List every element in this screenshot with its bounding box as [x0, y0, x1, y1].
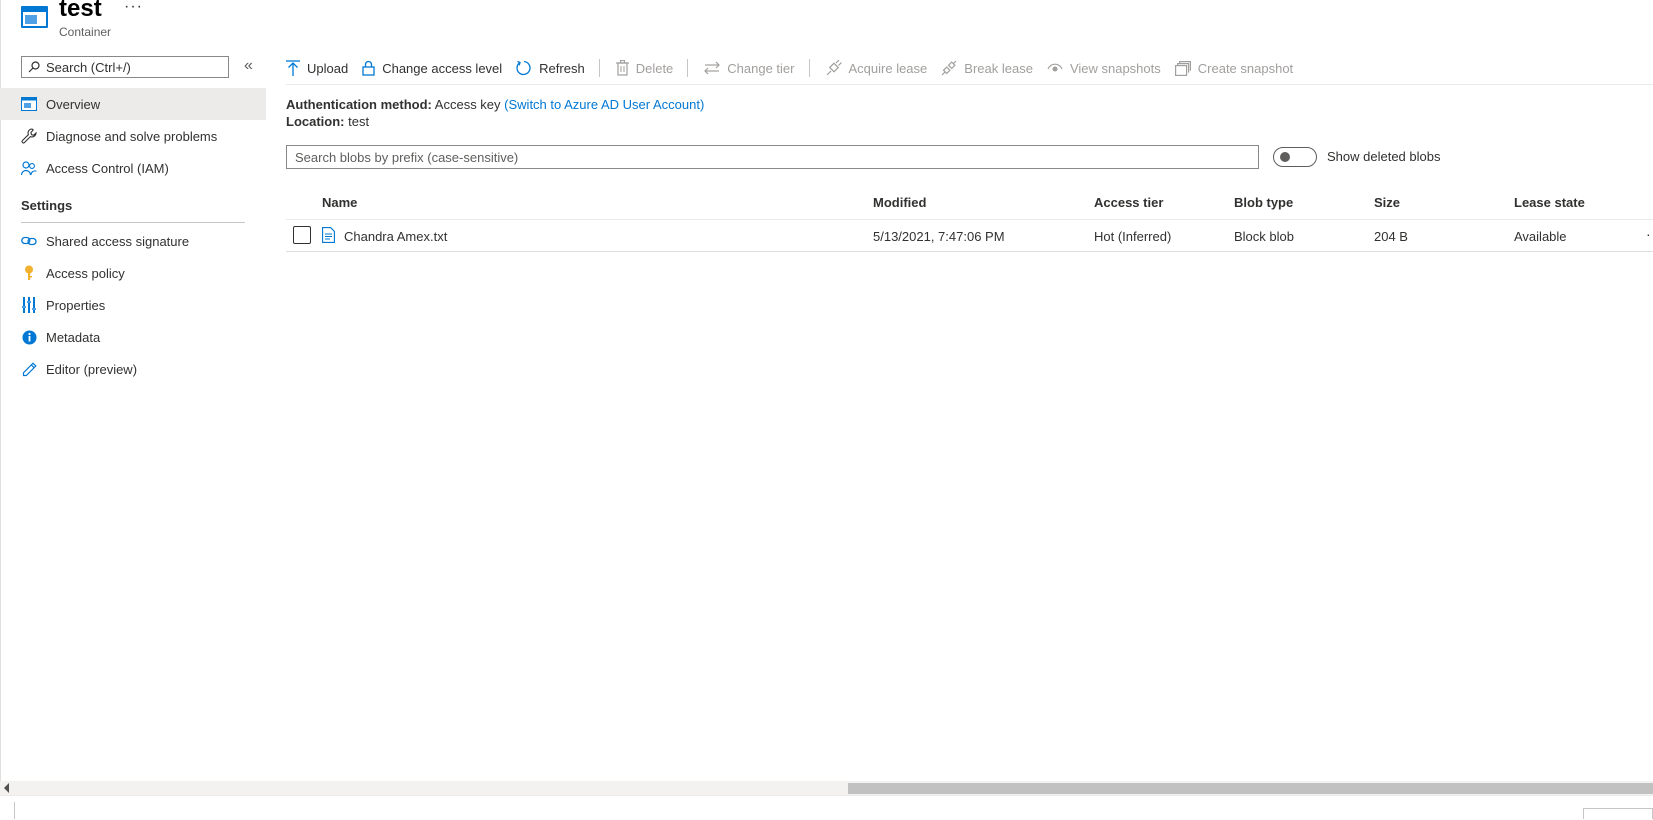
delete-label: Delete	[635, 60, 674, 76]
upload-label: Upload	[307, 60, 349, 76]
change-access-level-label: Change access level	[382, 60, 503, 76]
column-header-lease-state[interactable]: Lease state	[1514, 195, 1585, 210]
trash-icon	[615, 60, 629, 76]
column-header-modified[interactable]: Modified	[873, 195, 926, 210]
bottom-panel-edge	[1583, 808, 1653, 819]
create-snapshot-button[interactable]: Create snapshot	[1174, 56, 1294, 80]
settings-section-header: Settings	[21, 198, 73, 213]
snapshot-icon	[1174, 60, 1191, 76]
nav-item-label: Editor (preview)	[46, 361, 138, 377]
switch-auth-link[interactable]: (Switch to Azure AD User Account)	[504, 97, 704, 112]
nav-item-metadata[interactable]: Metadata	[0, 321, 266, 353]
change-tier-label: Change tier	[727, 60, 795, 76]
blob-modified: 5/13/2021, 7:47:06 PM	[873, 229, 1005, 244]
upload-button[interactable]: Upload	[286, 56, 348, 80]
more-options-button[interactable]: ···	[124, 0, 143, 16]
nav-item-label: Metadata	[46, 329, 101, 345]
command-bar: Upload Change access level Refresh Delet…	[286, 56, 1307, 80]
unplug-icon	[941, 60, 957, 76]
location-row: Location: test	[286, 114, 369, 129]
blob-lease-state: Available	[1514, 229, 1567, 244]
nav-item-iam[interactable]: Access Control (IAM)	[0, 152, 266, 184]
link-icon	[21, 233, 37, 249]
toggle-knob	[1280, 152, 1290, 162]
upload-icon	[286, 60, 300, 76]
swap-arrows-icon	[704, 61, 721, 75]
divider	[286, 219, 1653, 220]
nav-item-label: Overview	[46, 96, 101, 112]
search-icon	[28, 61, 40, 73]
blob-size: 204 B	[1374, 229, 1408, 244]
blob-type: Block blob	[1234, 229, 1294, 244]
key-icon	[21, 265, 37, 281]
refresh-label: Refresh	[539, 60, 585, 76]
column-header-access-tier[interactable]: Access tier	[1094, 195, 1163, 210]
location-value: test	[348, 114, 370, 129]
location-label: Location:	[286, 114, 345, 129]
divider	[286, 84, 1653, 85]
nav-item-label: Diagnose and solve problems	[46, 128, 218, 144]
overview-icon	[21, 96, 37, 112]
nav-item-label: Shared access signature	[46, 233, 190, 249]
eye-icon	[1047, 63, 1063, 72]
refresh-icon	[516, 60, 531, 76]
page-subtitle: Container	[59, 25, 112, 39]
toolbar-separator	[598, 59, 600, 77]
divider	[286, 251, 1653, 252]
nav-item-label: Access Control (IAM)	[46, 160, 169, 176]
auth-method-label: Authentication method:	[286, 97, 432, 112]
lock-icon	[362, 60, 375, 76]
view-snapshots-button[interactable]: View snapshots	[1047, 56, 1161, 80]
divider	[14, 802, 15, 819]
scrollbar-thumb[interactable]	[848, 783, 1653, 794]
toolbar-separator	[808, 59, 810, 77]
toolbar-separator	[687, 59, 689, 77]
scroll-left-arrow-icon[interactable]	[4, 783, 9, 793]
show-deleted-blobs-label: Show deleted blobs	[1327, 149, 1441, 164]
nav-item-overview[interactable]: Overview	[0, 88, 266, 120]
properties-icon	[21, 297, 37, 313]
auth-method-row: Authentication method: Access key (Switc…	[286, 97, 704, 112]
pencil-icon	[21, 361, 37, 377]
acquire-lease-label: Acquire lease	[848, 60, 928, 76]
break-lease-button[interactable]: Break lease	[941, 56, 1033, 80]
info-icon	[21, 329, 37, 345]
text-file-icon	[322, 227, 335, 246]
column-header-name[interactable]: Name	[322, 195, 357, 210]
nav-item-diagnose[interactable]: Diagnose and solve problems	[0, 120, 266, 152]
row-checkbox[interactable]	[293, 226, 311, 244]
wrench-icon	[21, 128, 37, 144]
nav-search-placeholder: Search (Ctrl+/)	[46, 59, 131, 75]
people-icon	[21, 160, 37, 176]
change-access-level-button[interactable]: Change access level	[362, 56, 502, 80]
change-tier-button[interactable]: Change tier	[704, 56, 795, 80]
nav-item-editor[interactable]: Editor (preview)	[0, 353, 266, 385]
collapse-nav-button[interactable]: «	[244, 58, 253, 74]
nav-item-properties[interactable]: Properties	[0, 289, 266, 321]
nav-item-access-policy[interactable]: Access policy	[0, 257, 266, 289]
nav-item-sas[interactable]: Shared access signature	[0, 225, 266, 257]
acquire-lease-button[interactable]: Acquire lease	[826, 56, 928, 80]
row-more-button[interactable]: ·	[1646, 226, 1651, 242]
delete-button[interactable]: Delete	[615, 56, 674, 80]
blob-search-input[interactable]: Search blobs by prefix (case-sensitive)	[286, 145, 1259, 169]
nav-item-label: Properties	[46, 297, 106, 313]
view-snapshots-label: View snapshots	[1069, 60, 1161, 76]
bottom-bar	[0, 795, 1653, 820]
page-title: test	[59, 0, 102, 22]
refresh-button[interactable]: Refresh	[516, 56, 585, 80]
auth-method-value: Access key	[434, 97, 501, 112]
nav-item-label: Access policy	[46, 265, 125, 281]
column-header-blob-type[interactable]: Blob type	[1234, 195, 1293, 210]
column-header-size[interactable]: Size	[1374, 195, 1400, 210]
create-snapshot-label: Create snapshot	[1197, 60, 1294, 76]
blob-name-link[interactable]: Chandra Amex.txt	[344, 229, 447, 244]
divider	[21, 222, 245, 223]
blob-search-placeholder: Search blobs by prefix (case-sensitive)	[295, 149, 519, 165]
plug-icon	[826, 60, 842, 76]
nav-search-input[interactable]: Search (Ctrl+/)	[21, 56, 229, 78]
container-icon	[21, 6, 48, 28]
blob-access-tier: Hot (Inferred)	[1094, 229, 1172, 244]
break-lease-label: Break lease	[964, 60, 1033, 76]
